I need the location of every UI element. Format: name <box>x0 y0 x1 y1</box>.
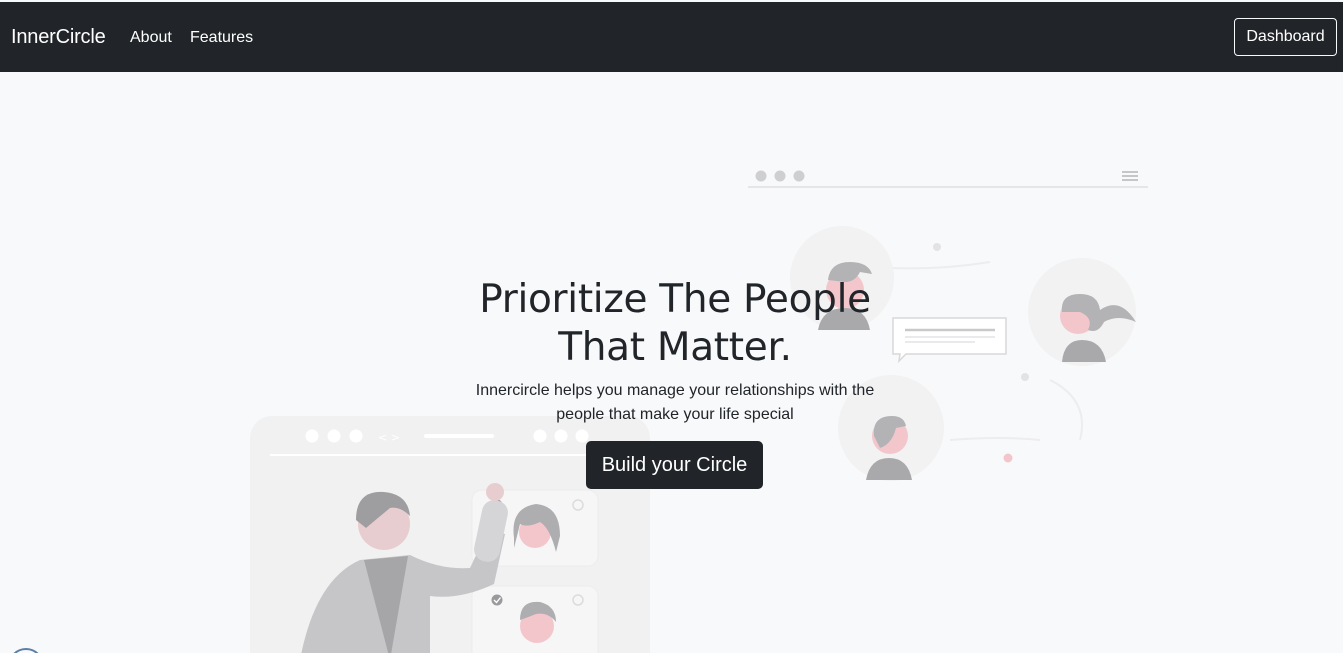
hero-subtitle: Innercircle helps you manage your relati… <box>455 379 895 427</box>
svg-text:< >: < > <box>378 431 400 444</box>
browser-window-illustration <box>748 170 1148 188</box>
hero-title-line-1: Prioritize The People <box>479 277 871 322</box>
nav-link-about[interactable]: About <box>130 29 172 47</box>
brand-logo[interactable]: InnerCircle <box>11 26 106 49</box>
hero-title-line-2: That Matter. <box>558 325 792 370</box>
hero-subtitle-line-1: Innercircle helps you manage your relati… <box>475 382 875 399</box>
build-circle-button[interactable]: Build your Circle <box>586 441 763 489</box>
dashboard-button[interactable]: Dashboard <box>1234 18 1337 56</box>
hero-title: Prioritize The People That Matter. <box>420 276 930 372</box>
hero-subtitle-line-2: people that make your life special <box>556 406 794 423</box>
avatar-illustration-2 <box>1028 258 1136 366</box>
navbar: InnerCircle About Features Dashboard <box>0 2 1343 72</box>
nav-link-features[interactable]: Features <box>190 29 253 47</box>
